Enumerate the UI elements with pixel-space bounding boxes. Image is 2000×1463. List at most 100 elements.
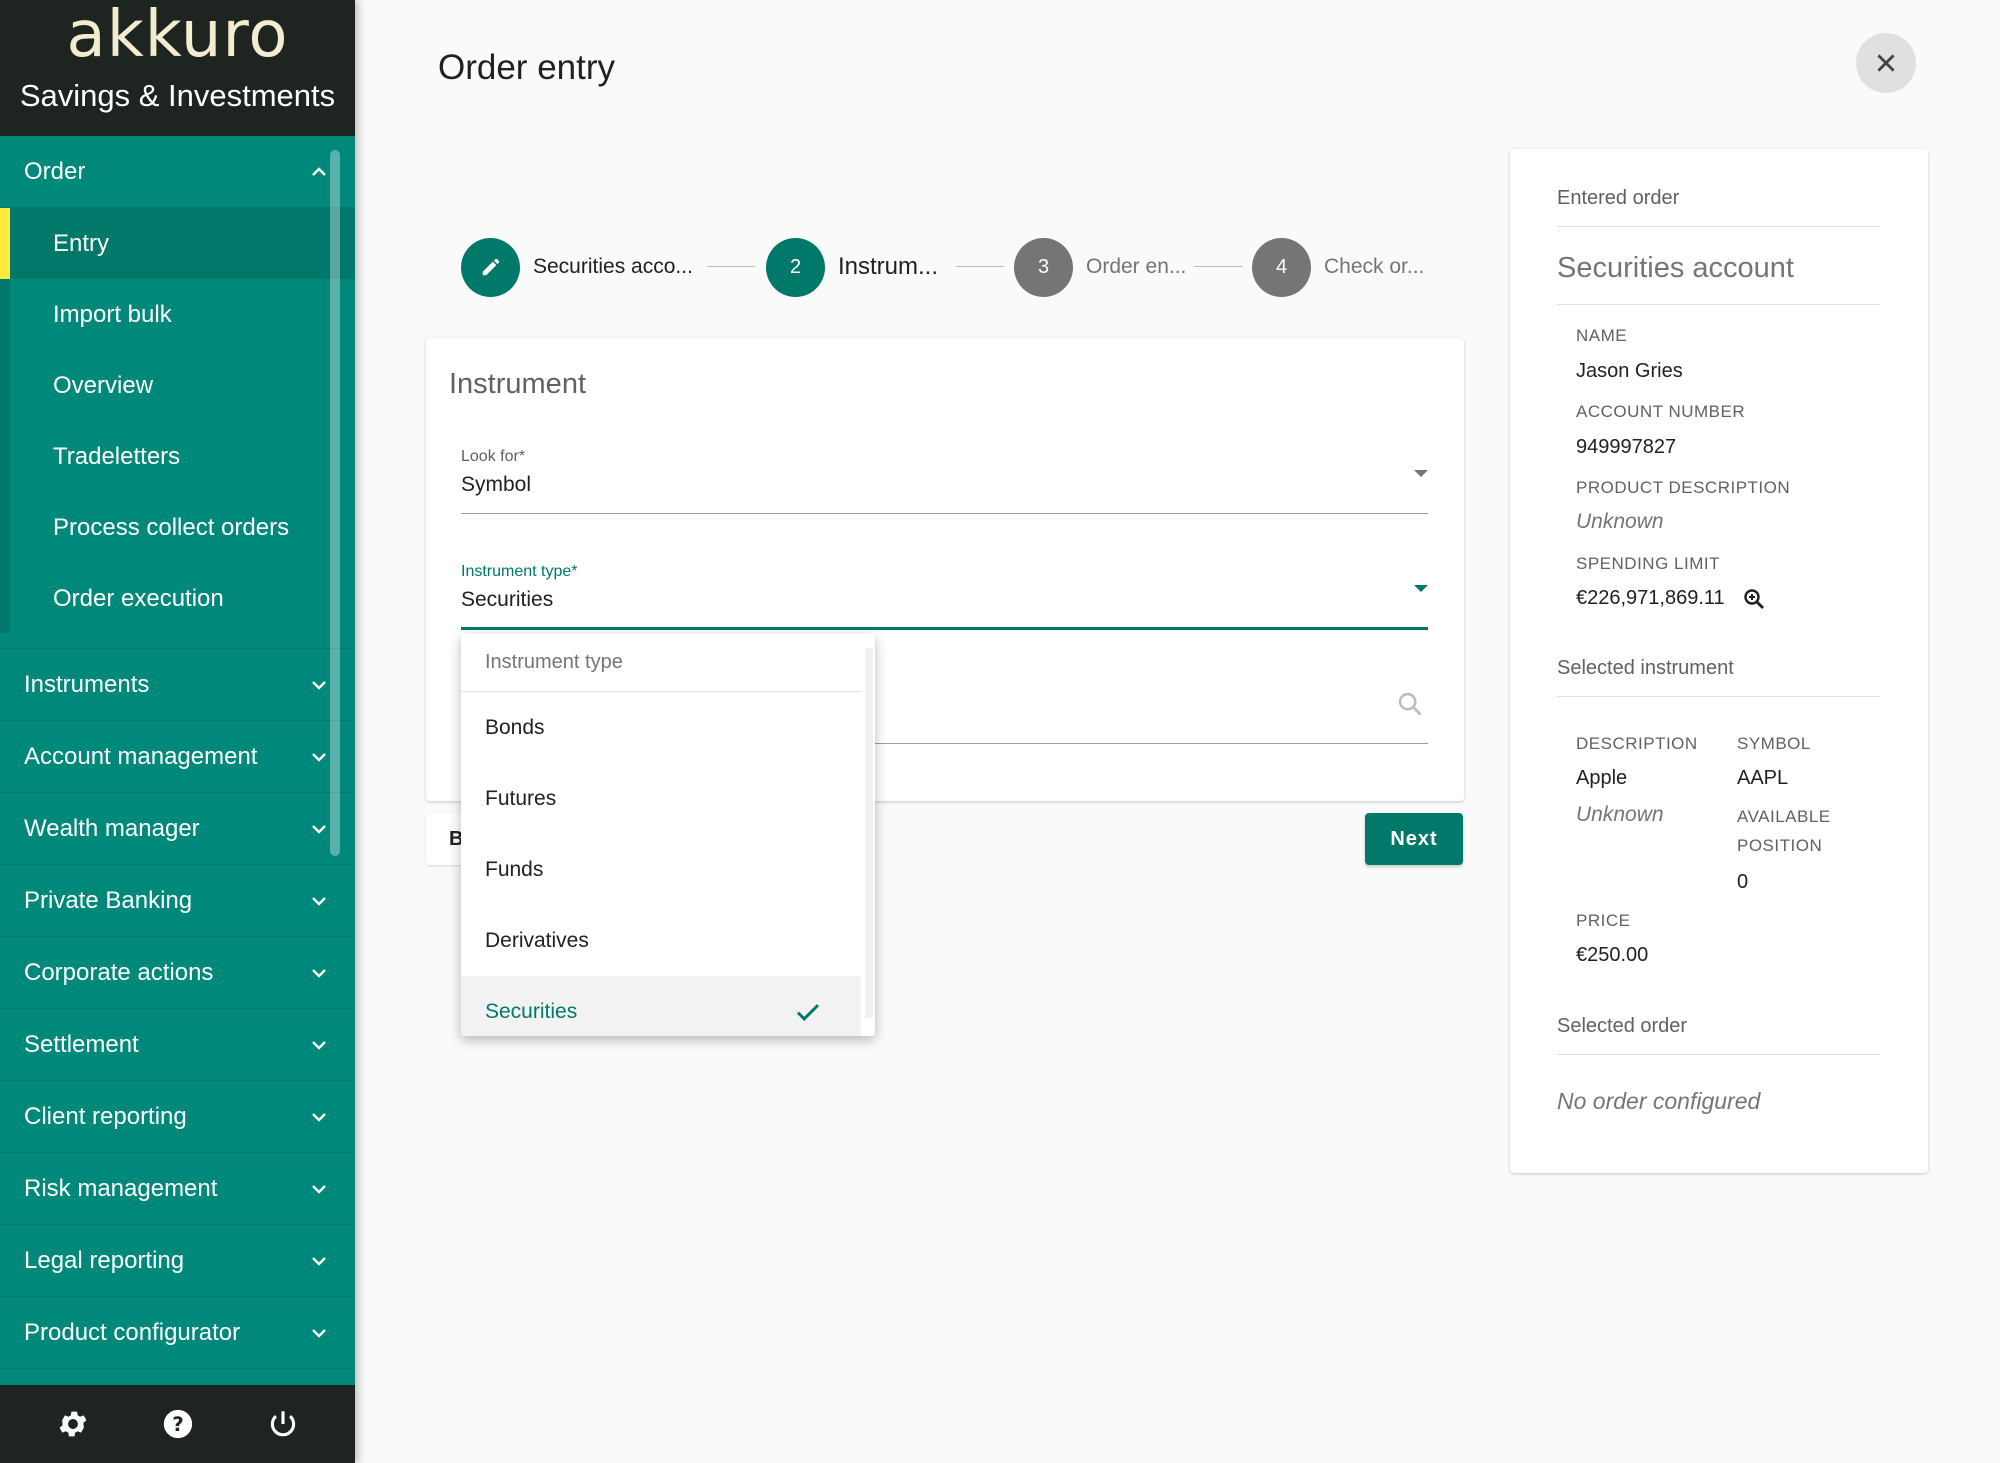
look-for-select[interactable]: Look for* Symbol bbox=[461, 448, 1428, 514]
selected-instrument-heading: Selected instrument bbox=[1557, 657, 1880, 697]
selected-order-heading: Selected order bbox=[1557, 1015, 1880, 1055]
dropdown-arrow-icon bbox=[1414, 585, 1428, 592]
chevron-down-icon bbox=[312, 824, 326, 834]
step-label: Instrum... bbox=[838, 253, 939, 280]
available-position-label: AVAILABLE POSITION bbox=[1737, 807, 1831, 855]
sidebar-item-tradeletters[interactable]: Tradeletters bbox=[10, 421, 355, 492]
option-label: Funds bbox=[485, 857, 544, 881]
order-submenu: Entry Import bulk Overview Tradeletters … bbox=[0, 208, 355, 649]
field-value: Symbol bbox=[461, 473, 532, 496]
close-button[interactable] bbox=[1856, 33, 1916, 93]
nav-group-label: Wealth manager bbox=[24, 814, 200, 842]
dropdown-arrow-icon bbox=[1414, 470, 1428, 477]
akkuro-logo: akkuro bbox=[66, 0, 289, 72]
nav-group-legal-reporting[interactable]: Legal reporting bbox=[0, 1225, 355, 1297]
sidebar: akkuro Savings & Investments Order Entry… bbox=[0, 0, 355, 1463]
step-circle bbox=[461, 237, 520, 297]
option-bonds[interactable]: Bonds bbox=[461, 692, 861, 763]
sidebar-item-label: Overview bbox=[53, 371, 154, 399]
sidebar-item-import-bulk[interactable]: Import bulk bbox=[10, 279, 355, 350]
step-instrument[interactable]: 2 Instrum... bbox=[766, 237, 938, 297]
nav-group-settlement[interactable]: Settlement bbox=[0, 1009, 355, 1081]
step-connector bbox=[1194, 266, 1242, 267]
option-funds[interactable]: Funds bbox=[461, 834, 861, 905]
dropdown-scrollbar[interactable] bbox=[865, 648, 873, 1018]
nav-group-label: Legal reporting bbox=[24, 1246, 185, 1274]
step-check-order[interactable]: 4 Check or... bbox=[1252, 237, 1424, 297]
step-order-entry[interactable]: 3 Order en... bbox=[1014, 237, 1186, 297]
option-label: Securities bbox=[485, 999, 578, 1023]
option-futures[interactable]: Futures bbox=[461, 763, 861, 834]
nav-group-client-reporting[interactable]: Client reporting bbox=[0, 1081, 355, 1153]
sidebar-item-order-execution[interactable]: Order execution bbox=[10, 563, 355, 634]
sidebar-item-label: Entry bbox=[53, 229, 110, 257]
sidebar-item-overview[interactable]: Overview bbox=[10, 350, 355, 421]
sidebar-footer: ? bbox=[0, 1385, 355, 1463]
chevron-down-icon bbox=[312, 896, 326, 906]
step-label: Order en... bbox=[1086, 255, 1187, 278]
symbol-value: AAPL bbox=[1737, 767, 1789, 789]
nav-group-label: Account management bbox=[24, 742, 258, 770]
step-label: Check or... bbox=[1324, 255, 1425, 278]
nav-group-risk-management[interactable]: Risk management bbox=[0, 1153, 355, 1225]
sidebar-item-process-collect-orders[interactable]: Process collect orders bbox=[10, 492, 355, 563]
chevron-up-icon bbox=[312, 166, 326, 176]
nav-group-account-management[interactable]: Account management bbox=[0, 721, 355, 793]
help-icon[interactable]: ? bbox=[161, 1407, 195, 1441]
step-connector bbox=[707, 266, 755, 267]
nav-group-wealth-manager[interactable]: Wealth manager bbox=[0, 793, 355, 865]
step-circle: 2 bbox=[766, 237, 825, 297]
name-value: Jason Gries bbox=[1576, 360, 1683, 382]
svg-text:?: ? bbox=[172, 1413, 184, 1436]
product-description-label: PRODUCT DESCRIPTION bbox=[1576, 478, 1791, 497]
sidebar-item-entry[interactable]: Entry bbox=[0, 208, 355, 279]
nav-group-order[interactable]: Order bbox=[0, 136, 355, 208]
step-circle: 4 bbox=[1252, 237, 1311, 297]
option-derivatives[interactable]: Derivatives bbox=[461, 905, 861, 976]
chevron-down-icon bbox=[312, 968, 326, 978]
power-icon[interactable] bbox=[266, 1407, 300, 1441]
option-label: Derivatives bbox=[485, 928, 589, 952]
sidebar-item-label: Process collect orders bbox=[53, 513, 290, 541]
field-label: Instrument type* bbox=[461, 563, 578, 580]
pencil-icon bbox=[482, 258, 499, 276]
gear-icon[interactable] bbox=[56, 1407, 90, 1441]
sidebar-scrollbar[interactable] bbox=[330, 150, 340, 856]
nav-group-label: Corporate actions bbox=[24, 958, 214, 986]
step-label: Securities acco... bbox=[533, 255, 693, 278]
price-label: PRICE bbox=[1576, 911, 1631, 930]
spending-limit-value: €226,971,869.11 bbox=[1576, 587, 1725, 609]
nav-group-instruments[interactable]: Instruments bbox=[0, 649, 355, 721]
account-number-value: 949997827 bbox=[1576, 436, 1677, 458]
securities-account-heading: Securities account bbox=[1557, 252, 1880, 305]
instrument-type-select[interactable]: Instrument type* Securities bbox=[461, 563, 1428, 630]
nav-group-label: Instruments bbox=[24, 670, 150, 698]
zoom-in-icon[interactable] bbox=[1742, 587, 1766, 611]
field-underline bbox=[461, 513, 1428, 514]
symbol-label: SYMBOL bbox=[1737, 734, 1811, 753]
field-underline bbox=[461, 627, 1428, 630]
field-value: Securities bbox=[461, 588, 554, 611]
step-circle: 3 bbox=[1014, 237, 1073, 297]
option-securities[interactable]: Securities bbox=[461, 976, 861, 1036]
order-summary-panel: Entered order Securities account NAME Ja… bbox=[1510, 149, 1928, 1173]
name-label: NAME bbox=[1576, 326, 1628, 345]
nav-group-corporate-actions[interactable]: Corporate actions bbox=[0, 937, 355, 1009]
account-number-label: ACCOUNT NUMBER bbox=[1576, 402, 1746, 421]
page-title: Order entry bbox=[438, 48, 615, 87]
chevron-down-icon bbox=[312, 1184, 326, 1194]
search-icon[interactable] bbox=[1396, 690, 1424, 718]
sidebar-item-label: Import bulk bbox=[53, 300, 172, 328]
nav-group-private-banking[interactable]: Private Banking bbox=[0, 865, 355, 937]
chevron-down-icon bbox=[312, 680, 326, 690]
chevron-down-icon bbox=[312, 1328, 326, 1338]
dropdown-header: Instrument type bbox=[461, 634, 861, 692]
sidebar-item-label: Order execution bbox=[53, 584, 224, 612]
nav-group-product-configurator[interactable]: Product configurator bbox=[0, 1297, 355, 1369]
chevron-down-icon bbox=[312, 752, 326, 762]
nav-group-label: Settlement bbox=[24, 1030, 139, 1058]
next-button[interactable]: Next bbox=[1365, 813, 1463, 865]
step-securities-account[interactable]: Securities acco... bbox=[461, 237, 693, 297]
field-label: Look for* bbox=[461, 448, 526, 465]
card-title: Instrument bbox=[449, 368, 586, 400]
